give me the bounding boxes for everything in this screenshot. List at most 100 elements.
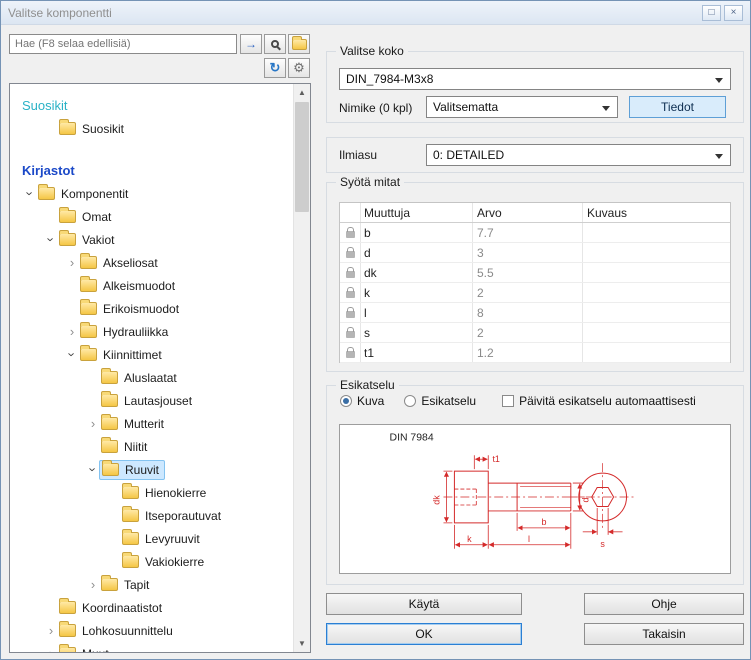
tree-item-label: Aluslaatat — [124, 371, 177, 385]
variable-desc — [582, 323, 730, 342]
table-row[interactable]: l8 — [340, 303, 730, 323]
scroll-up-icon[interactable]: ▲ — [294, 84, 310, 101]
tree-item[interactable]: Komponentit — [10, 182, 293, 205]
lock-column-spacer — [340, 203, 360, 222]
preview-radio-label: Esikatselu — [421, 394, 476, 408]
browse-folders-button[interactable] — [288, 34, 310, 54]
image-radio[interactable] — [340, 395, 352, 407]
search-input[interactable] — [9, 34, 237, 54]
item-select[interactable]: Valitsematta — [426, 96, 618, 118]
variable-value[interactable]: 5.5 — [472, 263, 582, 282]
tree-item[interactable]: Kiinnittimet — [10, 343, 293, 366]
chevron-down-icon[interactable] — [24, 186, 37, 202]
folder-icon — [80, 279, 97, 292]
tree-item[interactable]: Levyruuvit — [10, 527, 293, 550]
chevron-down-icon[interactable] — [45, 232, 58, 248]
size-group: Valitse koko DIN_7984-M3x8 Nimike (0 kpl… — [326, 51, 744, 123]
appearance-select[interactable]: 0: DETAILED — [426, 144, 731, 166]
variable-value[interactable]: 8 — [472, 303, 582, 322]
size-select[interactable]: DIN_7984-M3x8 — [339, 68, 731, 90]
preview-group-label: Esikatselu — [336, 378, 399, 392]
tree-item[interactable]: Vakiokierre — [10, 550, 293, 573]
variable-name: l — [360, 303, 472, 322]
folder-icon — [80, 302, 97, 315]
chevron-right-icon[interactable] — [64, 325, 80, 338]
help-button[interactable]: Ohje — [584, 593, 744, 615]
scrollbar-thumb[interactable] — [295, 102, 309, 212]
tree-item-label: Lautasjouset — [124, 394, 192, 408]
table-row[interactable]: d3 — [340, 243, 730, 263]
table-row[interactable]: s2 — [340, 323, 730, 343]
appearance-label: Ilmiasu — [339, 148, 377, 162]
selected-tree-item[interactable]: Ruuvit — [99, 460, 165, 480]
tree-item[interactable]: Itseporautuvat — [10, 504, 293, 527]
tree-item-ruuvit[interactable]: Ruuvit — [10, 458, 293, 481]
table-row[interactable]: k2 — [340, 283, 730, 303]
tree-item[interactable]: Vakiot — [10, 228, 293, 251]
chevron-right-icon[interactable] — [43, 647, 59, 652]
details-button[interactable]: Tiedot — [629, 96, 726, 118]
folder-icon — [122, 532, 139, 545]
go-button[interactable]: → — [240, 34, 262, 54]
window-title: Valitse komponentti — [8, 6, 112, 20]
library-tree: Suosikit Suosikit Kirjastot Komponentit … — [9, 83, 311, 653]
tree-item[interactable]: Hydrauliikka — [10, 320, 293, 343]
table-row[interactable]: dk5.5 — [340, 263, 730, 283]
variable-value[interactable]: 2 — [472, 323, 582, 342]
tree-item[interactable]: Alkeismuodot — [10, 274, 293, 297]
preview-radio[interactable] — [404, 395, 416, 407]
variable-value[interactable]: 7.7 — [472, 223, 582, 242]
libraries-header[interactable]: Kirjastot — [10, 158, 293, 182]
settings-button[interactable]: ⚙ — [288, 58, 310, 78]
tree-item[interactable]: Hienokierre — [10, 481, 293, 504]
dim-label-k: k — [467, 534, 472, 544]
auto-update-checkbox[interactable] — [502, 395, 514, 407]
tree-item[interactable]: Lohkosuunnittelu — [10, 619, 293, 642]
variable-value[interactable]: 3 — [472, 243, 582, 262]
chevron-right-icon[interactable] — [85, 578, 101, 591]
ok-button[interactable]: OK — [326, 623, 522, 645]
tree-item-label: Vakiot — [82, 233, 114, 247]
tree-item-label: Mutterit — [124, 417, 164, 431]
chevron-right-icon[interactable] — [43, 624, 59, 637]
tree-item-label: Suosikit — [82, 122, 124, 136]
close-button[interactable]: × — [724, 5, 743, 21]
folder-icon — [122, 509, 139, 522]
folder-icon — [59, 601, 76, 614]
folder-icon — [101, 417, 118, 430]
table-row[interactable]: b7.7 — [340, 223, 730, 243]
refresh-button[interactable]: ↻ — [264, 58, 286, 78]
tree-item-label: Vakiokierre — [145, 555, 204, 569]
apply-button[interactable]: Käytä — [326, 593, 522, 615]
tree-item[interactable]: Erikoismuodot — [10, 297, 293, 320]
tree-item[interactable]: Suosikit — [10, 117, 293, 140]
variable-value[interactable]: 1.2 — [472, 343, 582, 362]
tree-item[interactable]: Muut — [10, 642, 293, 652]
tree-item[interactable]: Lautasjouset — [10, 389, 293, 412]
dim-label-s: s — [600, 539, 605, 549]
variable-value[interactable]: 2 — [472, 283, 582, 302]
tree-item[interactable]: Mutterit — [10, 412, 293, 435]
tree-item[interactable]: Akseliosat — [10, 251, 293, 274]
chevron-down-icon[interactable] — [87, 462, 100, 478]
dimensions-group: Syötä mitat Muuttuja Arvo Kuvaus b7.7 d3… — [326, 182, 744, 372]
chevron-right-icon[interactable] — [64, 256, 80, 269]
title-bar[interactable]: Valitse komponentti □ × — [1, 1, 750, 25]
tree-scrollbar[interactable]: ▲ ▼ — [293, 84, 310, 652]
tree-item[interactable]: Omat — [10, 205, 293, 228]
scroll-down-icon[interactable]: ▼ — [294, 635, 310, 652]
chevron-down-icon[interactable] — [66, 347, 79, 363]
tree-item[interactable]: Aluslaatat — [10, 366, 293, 389]
tree-item[interactable]: Tapit — [10, 573, 293, 596]
variable-desc — [582, 223, 730, 242]
chevron-right-icon[interactable] — [85, 417, 101, 430]
restore-button[interactable]: □ — [702, 5, 721, 21]
back-button[interactable]: Takaisin — [584, 623, 744, 645]
tree-item[interactable]: Niitit — [10, 435, 293, 458]
tree-item[interactable]: Koordinaatistot — [10, 596, 293, 619]
folder-icon — [101, 440, 118, 453]
search-button[interactable] — [264, 34, 286, 54]
favorites-header[interactable]: Suosikit — [10, 94, 293, 117]
variable-name: d — [360, 243, 472, 262]
table-row[interactable]: t11.2 — [340, 343, 730, 363]
